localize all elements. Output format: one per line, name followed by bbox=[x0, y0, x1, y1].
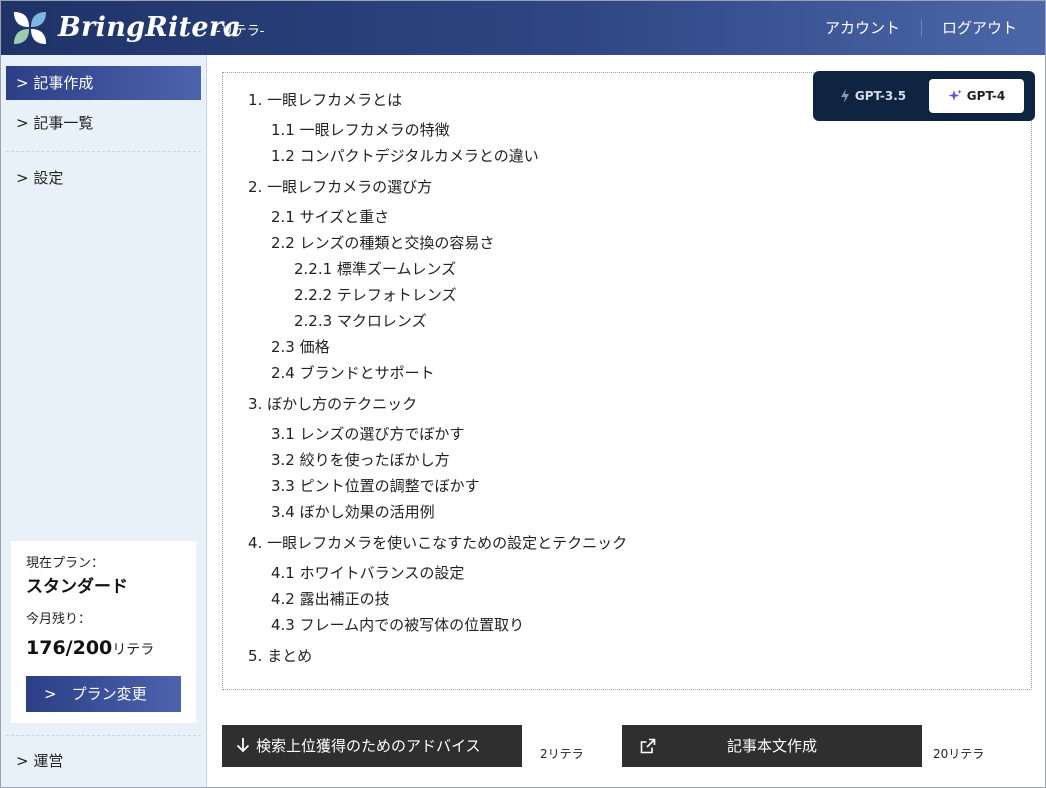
model-toggle: GPT-3.5 GPT-4 bbox=[813, 71, 1035, 121]
seo-advice-button[interactable]: 検索上位獲得のためのアドバイス bbox=[222, 725, 522, 767]
create-body-label: 記事本文作成 bbox=[726, 737, 817, 755]
sidebar-divider bbox=[6, 151, 201, 152]
outline-subheading: 4.3 フレーム内での被写体の位置取り bbox=[271, 616, 525, 634]
outline-heading: 4. 一眼レフカメラを使いこなすための設定とテクニック bbox=[248, 534, 628, 552]
brand-subtitle: -リテラ- bbox=[216, 24, 265, 39]
outline-subsubheading: 2.2.2 テレフォトレンズ bbox=[294, 286, 457, 304]
outline-heading: 2. 一眼レフカメラの選び方 bbox=[248, 178, 433, 196]
outline-subsubheading: 2.2.1 標準ズームレンズ bbox=[294, 260, 457, 278]
plan-name: スタンダード bbox=[26, 577, 128, 597]
remaining-unit: リテラ bbox=[112, 642, 155, 658]
outline-subheading: 1.2 コンパクトデジタルカメラとの違い bbox=[271, 147, 539, 165]
current-plan-label: 現在プラン： bbox=[26, 556, 105, 571]
sidebar: > 記事作成 > 記事一覧 > 設定 現在プラン： スタンダード 今月残り： 1… bbox=[1, 55, 207, 787]
outline-subsubheading: 2.2.3 マクロレンズ bbox=[294, 312, 427, 330]
app-window: BringRitera -リテラ- アカウント ログアウト > 記事作成 > 記… bbox=[0, 0, 1046, 788]
bolt-icon bbox=[840, 89, 849, 103]
outline-subheading: 3.3 ピント位置の調整でぼかす bbox=[271, 477, 480, 495]
create-body-cost: 20リテラ bbox=[933, 747, 985, 761]
arrow-down-icon bbox=[236, 738, 250, 753]
outline-heading: 5. まとめ bbox=[248, 647, 313, 665]
seo-advice-cost: 2リテラ bbox=[540, 747, 584, 761]
top-header: BringRitera -リテラ- アカウント ログアウト bbox=[1, 1, 1045, 55]
sidebar-item-create-article[interactable]: > 記事作成 bbox=[6, 66, 201, 100]
change-plan-button[interactable]: > プラン変更 bbox=[26, 676, 181, 712]
outline-subheading: 2.4 ブランドとサポート bbox=[271, 364, 435, 382]
logout-link[interactable]: ログアウト bbox=[942, 18, 1017, 38]
plan-card: 現在プラン： スタンダード 今月残り： 176/200リテラ > プラン変更 bbox=[11, 541, 196, 723]
outline-subheading: 3.1 レンズの選び方でぼかす bbox=[271, 425, 465, 443]
model-option-gpt4[interactable]: GPT-4 bbox=[929, 79, 1024, 113]
remaining-count: 176/200 bbox=[26, 637, 113, 659]
seo-advice-label: 検索上位獲得のためのアドバイス bbox=[256, 737, 481, 755]
sidebar-item-operator[interactable]: > 運営 bbox=[6, 744, 201, 778]
remaining-label: 今月残り： bbox=[26, 612, 92, 627]
create-body-button[interactable]: 記事本文作成 bbox=[622, 725, 922, 767]
outline-heading: 1. 一眼レフカメラとは bbox=[248, 91, 403, 109]
outline-subheading: 4.2 露出補正の技 bbox=[271, 590, 390, 608]
outline-subheading: 3.4 ぼかし効果の活用例 bbox=[271, 503, 435, 521]
main-content: 1. 一眼レフカメラとは 1.1 一眼レフカメラの特徴 1.2 コンパクトデジタルカ… bbox=[207, 55, 1045, 787]
brand-name: BringRitera bbox=[58, 12, 242, 43]
article-outline: 1. 一眼レフカメラとは 1.1 一眼レフカメラの特徴 1.2 コンパクトデジタルカ… bbox=[222, 72, 1032, 690]
outline-subheading: 2.3 価格 bbox=[271, 338, 330, 356]
outline-subheading: 1.1 一眼レフカメラの特徴 bbox=[271, 121, 450, 139]
outline-subheading: 3.2 絞りを使ったぼかし方 bbox=[271, 451, 450, 469]
sparkles-icon bbox=[948, 89, 962, 101]
outline-heading: 3. ぼかし方のテクニック bbox=[248, 395, 418, 413]
model-option-label: GPT-4 bbox=[966, 89, 1006, 103]
outline-subheading: 2.1 サイズと重さ bbox=[271, 208, 390, 226]
leaf-logo-icon bbox=[14, 12, 46, 44]
header-divider bbox=[921, 19, 922, 37]
sidebar-item-settings[interactable]: > 設定 bbox=[6, 161, 201, 195]
sidebar-item-article-list[interactable]: > 記事一覧 bbox=[6, 106, 201, 140]
remaining-credits: 176/200リテラ bbox=[26, 636, 154, 662]
model-option-gpt35[interactable]: GPT-3.5 bbox=[825, 79, 921, 113]
account-link[interactable]: アカウント bbox=[825, 18, 900, 38]
model-option-label: GPT-3.5 bbox=[854, 89, 907, 103]
outline-subheading: 4.1 ホワイトバランスの設定 bbox=[271, 564, 465, 582]
sidebar-divider bbox=[6, 735, 201, 736]
outline-subheading: 2.2 レンズの種類と交換の容易さ bbox=[271, 234, 495, 252]
